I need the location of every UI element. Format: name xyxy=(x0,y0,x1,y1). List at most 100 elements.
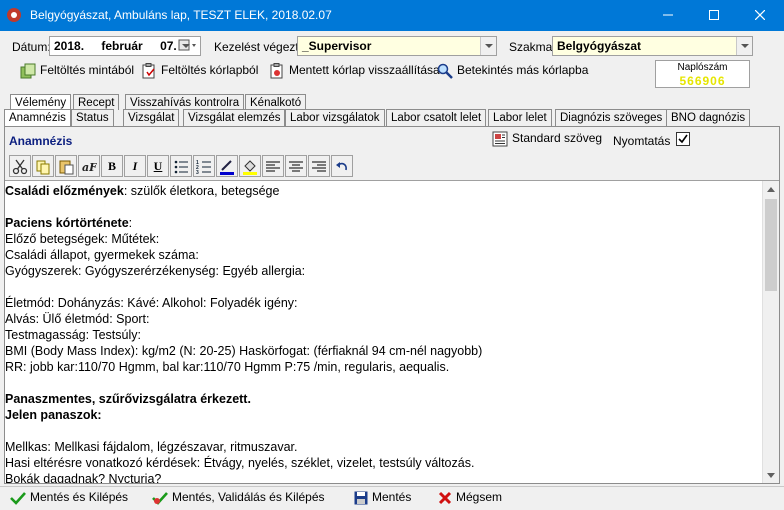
standard-text-button[interactable]: Standard szöveg xyxy=(492,131,602,147)
editor-text-segment: Hasi eltérésre vonatkozó kérdések: Étvág… xyxy=(5,456,475,470)
save-validate-exit-button[interactable]: Mentés, Validálás és Kilépés xyxy=(152,490,325,505)
editor-line: Életmód: Dohányzás: Kávé: Alkohol: Folya… xyxy=(5,295,757,311)
tab-labor-vizsgalatok[interactable]: Labor vizsgálatok xyxy=(285,109,385,126)
performer-select[interactable]: _Supervisor xyxy=(297,36,497,56)
tab-visszahivas[interactable]: Visszahívás kontrolra xyxy=(125,94,245,110)
cut-button[interactable] xyxy=(9,155,31,177)
log-number: 566906 xyxy=(679,74,726,88)
tab-status[interactable]: Status xyxy=(71,109,114,126)
maximize-button[interactable] xyxy=(691,0,737,31)
save-button[interactable]: Mentés xyxy=(354,490,411,505)
tab-velemeny[interactable]: Vélemény xyxy=(10,94,72,110)
date-month: február xyxy=(101,39,143,53)
tab-labor-csatolt-lelet[interactable]: Labor csatolt lelet xyxy=(386,109,487,126)
editor-text-segment: Jelen panaszok: xyxy=(5,408,102,422)
highlight-button[interactable] xyxy=(239,155,261,177)
bold-button[interactable]: B xyxy=(101,155,123,177)
specialty-value: Belgyógyászat xyxy=(557,39,642,53)
anamnesis-editor[interactable]: Családi előzmények: szülők életkora, bet… xyxy=(5,180,779,483)
svg-text:aF: aF xyxy=(82,161,97,174)
align-right-button[interactable] xyxy=(308,155,330,177)
app-logo-icon xyxy=(6,7,22,23)
scroll-down-icon[interactable] xyxy=(767,473,775,478)
date-picker[interactable]: 2018. február 07. xyxy=(49,36,201,56)
align-left-button[interactable] xyxy=(262,155,284,177)
underline-button[interactable]: U xyxy=(147,155,169,177)
calendar-dropdown-icon[interactable] xyxy=(178,37,200,55)
svg-text:3: 3 xyxy=(196,170,199,175)
floppy-disk-icon xyxy=(354,491,368,505)
performer-value: _Supervisor xyxy=(302,39,372,53)
italic-button[interactable]: I xyxy=(124,155,146,177)
log-number-box: Naplószám 566906 xyxy=(655,60,750,88)
validate-check-icon xyxy=(152,491,168,505)
editor-text-segment: Panaszmentes, szűrővizsgálatra érkezett. xyxy=(5,392,251,406)
align-center-icon xyxy=(289,161,303,172)
editor-text-segment: Paciens kórtörténete xyxy=(5,216,129,230)
editor-line: Előző betegségek: Műtétek: xyxy=(5,231,757,247)
numbered-list-button[interactable]: 123 xyxy=(193,155,215,177)
performer-label: Kezelést végezte: xyxy=(214,40,309,54)
save-exit-button[interactable]: Mentés és Kilépés xyxy=(10,490,128,505)
font-icon: aF xyxy=(82,161,98,174)
date-label: Dátum: xyxy=(12,40,51,54)
align-center-button[interactable] xyxy=(285,155,307,177)
print-checkbox[interactable] xyxy=(676,132,690,146)
section-title: Anamnézis xyxy=(9,134,73,148)
text-color-button[interactable] xyxy=(216,155,238,177)
minimize-button[interactable] xyxy=(645,0,691,31)
editor-line: Hasi eltérésre vonatkozó kérdések: Étvág… xyxy=(5,455,757,471)
align-right-icon xyxy=(312,161,326,172)
scroll-up-icon[interactable] xyxy=(767,187,775,192)
vertical-scrollbar[interactable] xyxy=(762,181,779,483)
specialty-select[interactable]: Belgyógyászat xyxy=(552,36,753,56)
editor-line: Paciens kórtörténete: xyxy=(5,215,757,231)
tab-labor-lelet[interactable]: Labor lelet xyxy=(488,109,552,126)
fill-history-label: Feltöltés kórlapból xyxy=(161,63,259,78)
chevron-down-icon[interactable] xyxy=(736,37,752,55)
editor-content[interactable]: Családi előzmények: szülők életkora, bet… xyxy=(5,183,757,483)
undo-button[interactable] xyxy=(331,155,353,177)
tab-bno-diagnozis[interactable]: BNO dagnózis xyxy=(666,109,751,126)
numbered-list-icon: 123 xyxy=(196,160,211,176)
fill-history-button[interactable]: Feltöltés kórlapból xyxy=(141,63,258,81)
pen-color-icon xyxy=(220,160,234,175)
editor-line: Családi előzmények: szülők életkora, bet… xyxy=(5,183,757,199)
standard-text-icon xyxy=(492,131,508,147)
restore-document-icon xyxy=(269,63,285,79)
tab-vizsgalat[interactable]: Vizsgálat xyxy=(123,109,180,126)
anamnesis-panel: Anamnézis Standard szöveg Nyomtatás aF B… xyxy=(4,126,780,484)
paste-button[interactable] xyxy=(55,155,77,177)
copy-button[interactable] xyxy=(32,155,54,177)
magnifier-icon xyxy=(437,63,453,79)
fill-template-button[interactable]: Feltöltés mintából xyxy=(20,63,134,81)
bullet-list-button[interactable] xyxy=(170,155,192,177)
tab-diagnozis-szoveges[interactable]: Diagnózis szöveges xyxy=(555,109,668,126)
close-button[interactable] xyxy=(737,0,783,31)
font-button[interactable]: aF xyxy=(78,155,100,177)
scissors-icon xyxy=(12,159,28,175)
editor-text-segment: Mellkas: Mellkasi fájdalom, légzészavar,… xyxy=(5,440,298,454)
template-icon xyxy=(20,63,36,79)
tab-recept[interactable]: Recept xyxy=(73,94,120,110)
tab-kenalkoto[interactable]: Kénalkotó xyxy=(245,94,307,110)
editor-line: Panaszmentes, szűrővizsgálatra érkezett. xyxy=(5,391,757,407)
scroll-thumb[interactable] xyxy=(765,199,777,291)
editor-text-segment: Alvás: Ülő életmód: Sport: xyxy=(5,312,150,326)
chevron-down-icon[interactable] xyxy=(480,37,496,55)
editor-text-segment: Családi előzmények xyxy=(5,184,124,198)
title-bar: Belgyógyászat, Ambuláns lap, TESZT ELEK,… xyxy=(0,0,784,31)
specialty-label: Szakma: xyxy=(509,40,556,54)
header-row: Dátum: 2018. február 07. Kezelést végezt… xyxy=(0,36,784,58)
checkmark-icon xyxy=(678,134,688,144)
date-day: 07. xyxy=(160,39,177,53)
tab-anamnezis[interactable]: Anamnézis xyxy=(4,109,71,126)
view-other-button[interactable]: Betekintés más kórlapba xyxy=(437,63,588,81)
tab-vizsgalat-elemzes[interactable]: Vizsgálat elemzés xyxy=(183,109,286,126)
editor-line: Gyógyszerek: Gyógyszerérzékenység: Egyéb… xyxy=(5,263,757,279)
restore-saved-button[interactable]: Mentett kórlap visszaállítása xyxy=(269,63,440,81)
cancel-button[interactable]: Mégsem xyxy=(438,490,502,505)
editor-text-segment: Gyógyszerek: Gyógyszerérzékenység: Egyéb… xyxy=(5,264,306,278)
